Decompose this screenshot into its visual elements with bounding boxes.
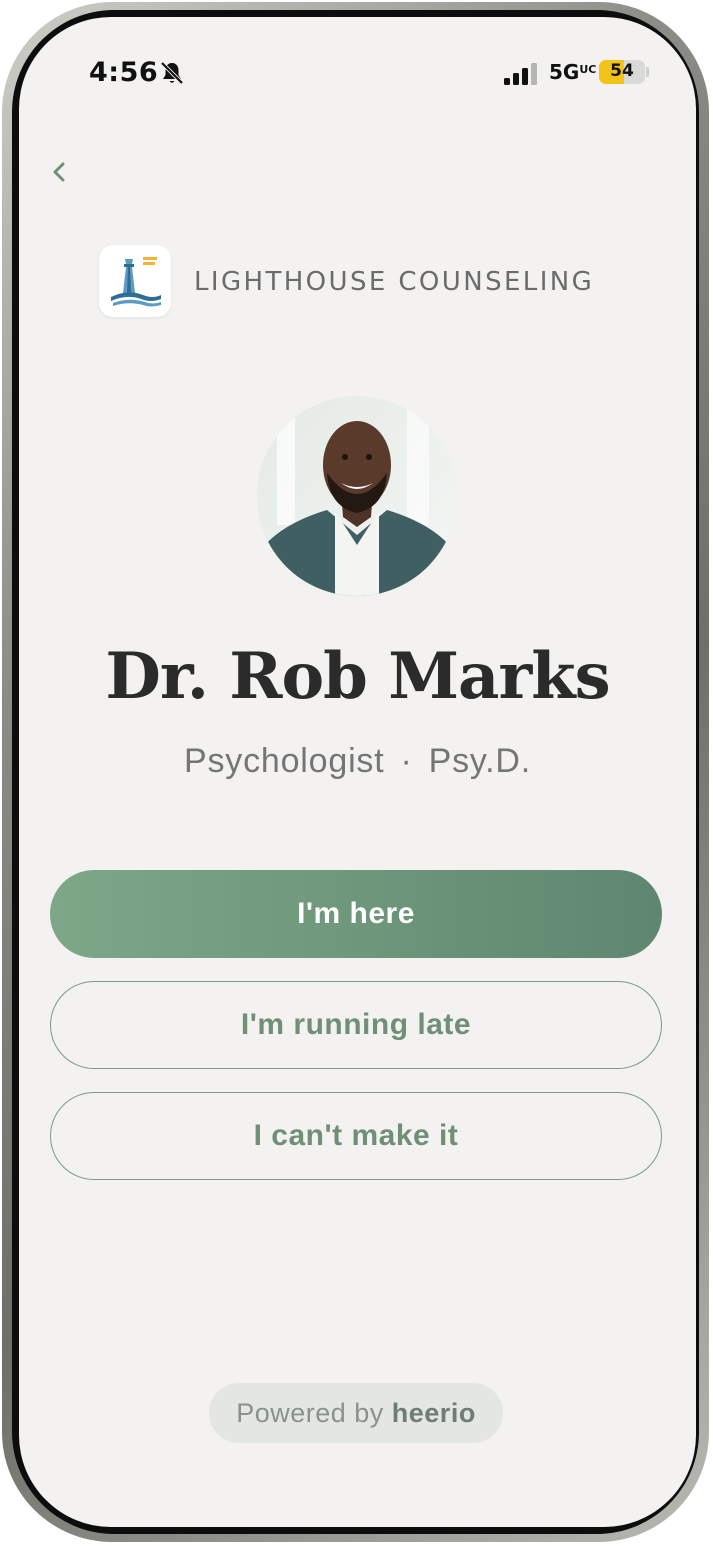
cant-make-it-button[interactable]: I can't make it [50,1092,662,1180]
provider-name: Dr. Rob Marks [105,639,610,714]
powered-by-brand: heerio [391,1397,476,1428]
im-here-button[interactable]: I'm here [50,870,662,958]
app-screen: 4:56 5GUC 54 LIGHTHOUSE COUNSELING Dr. R… [19,17,696,1527]
back-button[interactable] [39,152,79,192]
practice-name: LIGHTHOUSE COUNSELING [194,267,595,297]
status-time: 4:56 [89,57,159,88]
provider-credential: Psy.D. [428,742,531,780]
powered-by-badge[interactable]: Powered by heerio [209,1383,503,1443]
provider-title: Psychologist [184,742,385,780]
provider-avatar [257,396,457,596]
status-bar: 4:56 5GUC 54 [19,17,696,127]
network-type: 5GUC [549,60,597,84]
cellular-signal-icon [504,63,537,85]
powered-by-label: Powered by [236,1397,384,1428]
chevron-left-icon [53,162,65,182]
provider-subtitle: Psychologist · Psy.D. [19,742,696,781]
battery-icon: 54 [599,60,645,84]
battery-nub [646,67,649,77]
lighthouse-logo-icon [99,245,171,317]
running-late-button[interactable]: I'm running late [50,981,662,1069]
battery-level: 54 [610,61,634,81]
bell-muted-icon [160,61,184,85]
subtitle-separator: · [400,742,413,780]
